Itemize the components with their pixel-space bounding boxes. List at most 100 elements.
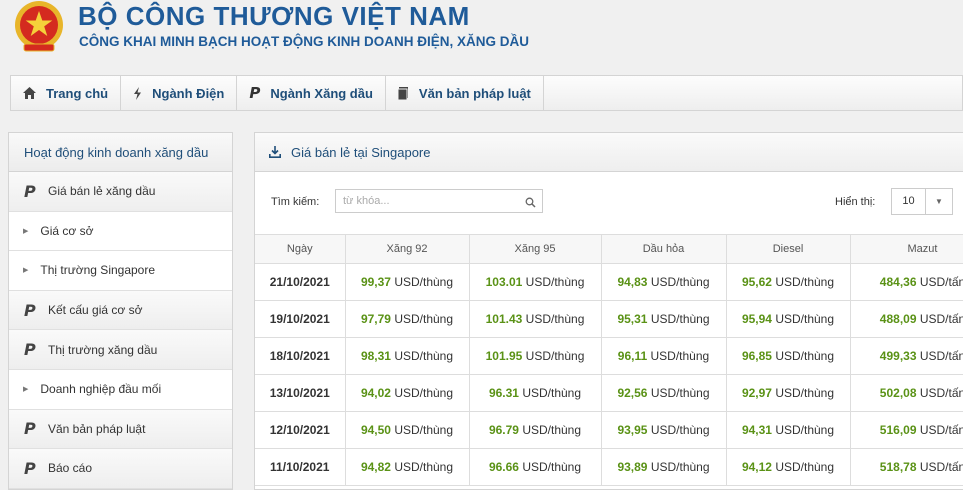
price-value: 97,79 (360, 312, 391, 326)
price-cell: 101.95 USD/thùng (469, 337, 602, 375)
price-cell: 484,36 USD/tấn (850, 263, 963, 301)
price-cell: 94,02 USD/thùng (345, 374, 470, 412)
page-size-label: Hiển thị: (835, 196, 876, 208)
price-unit: USD/thùng (650, 312, 710, 326)
price-unit: USD/thùng (525, 349, 585, 363)
price-unit: USD/thùng (650, 349, 710, 363)
price-value: 94,83 (617, 275, 648, 289)
price-value: 103.01 (485, 275, 523, 289)
search-icon[interactable] (525, 195, 536, 213)
price-value: 96,11 (617, 349, 648, 363)
price-cell: 94,50 USD/thùng (345, 411, 470, 449)
price-unit: USD/tấn (919, 386, 963, 400)
price-value: 502,08 (879, 386, 917, 400)
price-unit: USD/thùng (394, 460, 454, 474)
sidebar-item-label: Thị trường xăng dầu (48, 342, 158, 357)
sidebar-item-singapore-market[interactable]: ▶ Thị trường Singapore (9, 251, 232, 291)
sidebar-item-label: Giá bán lẻ xăng dầu (48, 184, 156, 199)
table-row: 18/10/2021 98,31 USD/thùng 101.95 USD/thùn… (255, 337, 963, 375)
home-icon (23, 87, 36, 99)
nav-item-petroleum[interactable]: P Ngành Xăng dầu (237, 76, 386, 110)
price-unit: USD/thùng (775, 275, 835, 289)
price-panel: Giá bán lẻ tại Singapore Tìm kiếm: Hiển … (254, 132, 963, 490)
price-unit: USD/thùng (775, 312, 835, 326)
site-header: BỘ CÔNG THƯƠNG VIỆT NAM CÔNG KHAI MINH B… (0, 0, 963, 62)
price-unit: USD/thùng (650, 460, 710, 474)
sidebar-item-price-structure[interactable]: P Kết cấu giá cơ sở (9, 290, 232, 331)
price-cell: 92,56 USD/thùng (601, 374, 727, 412)
p-icon: P (24, 458, 36, 478)
date-cell: 13/10/2021 (255, 374, 346, 412)
price-cell: 93,95 USD/thùng (601, 411, 727, 449)
table-body: 21/10/2021 99,37 USD/thùng 103.01 USD/thùn… (255, 263, 963, 486)
price-value: 516,09 (879, 423, 917, 437)
price-value: 98,31 (360, 349, 391, 363)
page-size-select[interactable]: 10 ▼ (891, 188, 953, 215)
triangle-right-icon: ▶ (23, 227, 29, 235)
price-unit: USD/thùng (775, 460, 835, 474)
nav-item-home[interactable]: Trang chủ (11, 76, 122, 110)
price-unit: USD/thùng (522, 460, 582, 474)
price-value: 96,85 (741, 349, 772, 363)
price-cell: 94,31 USD/thùng (726, 411, 851, 449)
price-value: 488,09 (879, 312, 917, 326)
price-cell: 95,31 USD/thùng (601, 300, 727, 338)
price-unit: USD/thùng (525, 275, 585, 289)
price-cell: 94,12 USD/thùng (726, 448, 851, 486)
column-header-date[interactable]: Ngày (255, 234, 346, 264)
price-value: 96.66 (488, 460, 519, 474)
price-value: 92,56 (617, 386, 648, 400)
nav-item-electricity[interactable]: Ngành Điện (121, 76, 238, 110)
price-unit: USD/thùng (522, 423, 582, 437)
p-icon: P (24, 340, 36, 360)
search-label: Tìm kiếm: (271, 196, 320, 208)
price-unit: USD/tấn (919, 312, 963, 326)
nav-item-label: Trang chủ (46, 85, 109, 101)
nav-item-legal-docs[interactable]: Văn bản pháp luật (386, 76, 544, 110)
price-cell: 488,09 USD/tấn (850, 300, 963, 338)
price-value: 96.79 (488, 423, 519, 437)
price-cell: 97,79 USD/thùng (345, 300, 470, 338)
price-cell: 95,94 USD/thùng (726, 300, 851, 338)
column-header-ron95[interactable]: Xăng 95 (469, 234, 602, 264)
column-header-diesel[interactable]: Diesel (726, 234, 851, 264)
table-row: 13/10/2021 94,02 USD/thùng 96.31 USD/thùng… (255, 374, 963, 412)
site-subtitle: CÔNG KHAI MINH BẠCH HOẠT ĐỘNG KINH DOANH… (79, 34, 529, 49)
sidebar-item-key-traders[interactable]: ▶ Doanh nghiệp đầu mối (9, 369, 232, 410)
search-input[interactable] (336, 190, 516, 212)
price-value: 94,50 (360, 423, 391, 437)
price-cell: 101.43 USD/thùng (469, 300, 602, 338)
sidebar-item-petroleum-market[interactable]: P Thị trường xăng dầu (9, 330, 232, 370)
sidebar-item-base-price[interactable]: ▶ Giá cơ sở (9, 211, 232, 252)
price-value: 96.31 (488, 386, 519, 400)
p-icon: P (249, 84, 261, 102)
download-icon[interactable] (269, 146, 281, 158)
national-emblem-icon[interactable] (10, 0, 68, 54)
price-value: 101.43 (485, 312, 523, 326)
sidebar-item-legal-docs[interactable]: P Văn bản pháp luật (9, 409, 232, 450)
sidebar-item-retail-price[interactable]: P Giá bán lẻ xăng dầu (9, 172, 232, 212)
sidebar-item-label: Doanh nghiệp đầu mối (40, 382, 162, 397)
site-title[interactable]: BỘ CÔNG THƯƠNG VIỆT NAM (78, 1, 470, 32)
sidebar-item-label: Giá cơ sở (40, 223, 94, 238)
price-unit: USD/thùng (394, 423, 454, 437)
price-cell: 103.01 USD/thùng (469, 263, 602, 301)
price-value: 518,78 (879, 460, 917, 474)
main-nav: Trang chủ Ngành Điện P Ngành Xăng dầu Vă… (10, 75, 963, 111)
table-toolbar: Tìm kiếm: Hiển thị: 10 ▼ (255, 172, 963, 234)
column-header-kerosene[interactable]: Dầu hỏa (601, 234, 727, 264)
book-icon (397, 86, 409, 100)
bolt-icon (133, 86, 142, 100)
price-cell: 95,62 USD/thùng (726, 263, 851, 301)
price-unit: USD/tấn (919, 460, 963, 474)
column-header-ron92[interactable]: Xăng 92 (345, 234, 470, 264)
sidebar-item-reports[interactable]: P Báo cáo (9, 449, 232, 489)
price-unit: USD/thùng (775, 423, 835, 437)
price-value: 484,36 (879, 275, 917, 289)
price-value: 93,89 (617, 460, 648, 474)
price-unit: USD/thùng (650, 275, 710, 289)
column-header-mazut[interactable]: Mazut (850, 234, 963, 264)
price-table: Ngày Xăng 92 Xăng 95 Dầu hỏa Diesel Mazu… (255, 234, 963, 486)
price-cell: 499,33 USD/tấn (850, 337, 963, 375)
price-value: 95,31 (617, 312, 648, 326)
